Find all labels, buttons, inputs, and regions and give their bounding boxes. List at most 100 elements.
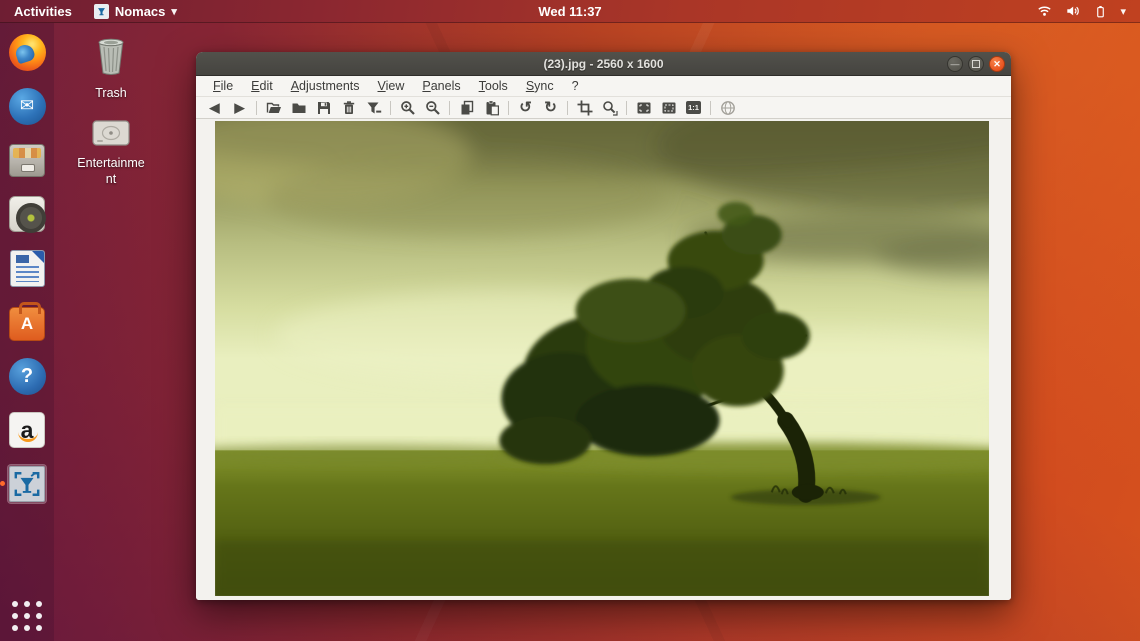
clipboard-paste-icon: [484, 100, 500, 116]
rotate-ccw-icon: ↺: [519, 100, 532, 115]
app-menu-label: Nomacs: [115, 4, 166, 19]
window-titlebar[interactable]: (23).jpg - 2560 x 1600 — ✕: [196, 52, 1011, 76]
desktop-icon-drive[interactable]: Entertainment: [73, 119, 149, 187]
window-title: (23).jpg - 2560 x 1600: [543, 57, 663, 71]
dock-item-files[interactable]: [7, 140, 47, 180]
software-bag-icon: A: [9, 307, 45, 341]
show-applications-button[interactable]: [12, 601, 42, 631]
dock-item-firefox[interactable]: [7, 32, 47, 72]
running-indicator-dot: [0, 481, 5, 486]
menu-bar: File Edit Adjustments View Panels Tools …: [196, 76, 1011, 97]
previous-image-button[interactable]: ◀: [202, 98, 227, 118]
frame-icon: [661, 100, 677, 116]
actual-size-button[interactable]: 1:1: [681, 98, 706, 118]
toolbar-separator: [390, 101, 391, 115]
toolbar-separator: [256, 101, 257, 115]
globe-icon: [720, 100, 736, 116]
rotate-cw-icon: ↻: [544, 100, 557, 115]
toolbar-separator: [626, 101, 627, 115]
arrow-left-icon: ◀: [210, 101, 220, 114]
dock-item-ubuntu-software[interactable]: A: [7, 302, 47, 342]
dock-item-rhythmbox[interactable]: [7, 194, 47, 234]
menu-sync[interactable]: Sync: [518, 77, 562, 95]
maximize-button[interactable]: [968, 56, 984, 72]
writer-document-icon: [10, 250, 45, 287]
crop-button[interactable]: [572, 98, 597, 118]
minimize-button[interactable]: —: [947, 56, 963, 72]
desktop-icon-trash[interactable]: Trash: [73, 37, 149, 102]
crop-icon: [577, 100, 593, 116]
speaker-icon: [9, 196, 45, 232]
open-folder-icon: [266, 100, 282, 116]
toolbar-separator: [710, 101, 711, 115]
help-icon: ?: [9, 358, 46, 395]
copy-icon: [459, 100, 475, 116]
trash-icon: [94, 37, 128, 82]
top-bar: Activities Nomacs ▾ Wed 11:37: [0, 0, 1140, 23]
dock: ✉ A ? a: [0, 23, 54, 641]
menu-panels[interactable]: Panels: [414, 77, 468, 95]
chevron-down-icon: ▾: [1120, 5, 1126, 18]
nomacs-mini-icon: [94, 4, 109, 19]
dock-item-thunderbird[interactable]: ✉: [7, 86, 47, 126]
magnifier-region-icon: [602, 100, 618, 116]
menu-help[interactable]: ?: [564, 77, 587, 95]
volume-icon: [1065, 4, 1081, 18]
zoom-out-button[interactable]: [420, 98, 445, 118]
zoom-in-button[interactable]: [395, 98, 420, 118]
open-directory-button[interactable]: [286, 98, 311, 118]
amazon-icon: a: [9, 412, 45, 448]
activities-button[interactable]: Activities: [10, 4, 76, 19]
toolbar-separator: [567, 101, 568, 115]
dock-item-amazon[interactable]: a: [7, 410, 47, 450]
firefox-icon: [9, 34, 46, 71]
wifi-icon: [1037, 4, 1052, 18]
chevron-down-icon: ▾: [171, 5, 177, 18]
toolbar-separator: [449, 101, 450, 115]
one-to-one-icon: 1:1: [686, 101, 701, 114]
trash-icon: [341, 100, 357, 116]
file-cabinet-icon: [9, 144, 45, 177]
funnel-icon: [366, 100, 382, 116]
zoom-out-icon: [425, 100, 441, 116]
menu-edit[interactable]: Edit: [243, 77, 281, 95]
zoom-in-icon: [400, 100, 416, 116]
rotate-cw-button[interactable]: ↻: [538, 98, 563, 118]
menu-tools[interactable]: Tools: [471, 77, 516, 95]
fit-screen-icon: [636, 100, 652, 116]
desktop-icon-label: Trash: [76, 86, 146, 102]
show-frame-button[interactable]: [656, 98, 681, 118]
next-image-button[interactable]: ▶: [227, 98, 252, 118]
menu-adjustments[interactable]: Adjustments: [283, 77, 368, 95]
open-file-button[interactable]: [261, 98, 286, 118]
battery-icon: [1094, 4, 1107, 19]
toolbar: ◀ ▶ ↺ ↻ 1:1: [196, 97, 1011, 119]
fit-window-button[interactable]: [631, 98, 656, 118]
photo-tree-image: [215, 121, 989, 596]
floppy-disk-icon: [316, 100, 332, 116]
menu-file[interactable]: File: [205, 77, 241, 95]
paste-image-button[interactable]: [479, 98, 504, 118]
image-viewer-canvas[interactable]: [196, 119, 1011, 600]
close-button[interactable]: ✕: [989, 56, 1005, 72]
hard-disk-icon: [91, 119, 131, 152]
sync-button-disabled: [715, 98, 740, 118]
app-menu-button[interactable]: Nomacs ▾: [94, 4, 177, 19]
arrow-right-icon: ▶: [235, 101, 245, 114]
nomacs-icon: [9, 466, 45, 502]
save-button[interactable]: [311, 98, 336, 118]
dock-item-help[interactable]: ?: [7, 356, 47, 396]
system-status-menu[interactable]: ▾: [1037, 4, 1140, 19]
menu-view[interactable]: View: [370, 77, 413, 95]
copy-image-button[interactable]: [454, 98, 479, 118]
rotate-ccw-button[interactable]: ↺: [513, 98, 538, 118]
thunderbird-icon: ✉: [9, 88, 46, 125]
dock-item-nomacs[interactable]: [7, 464, 47, 504]
folder-icon: [291, 100, 307, 116]
desktop-icon-label: Entertainment: [76, 156, 146, 187]
filter-button[interactable]: [361, 98, 386, 118]
zoom-region-button[interactable]: [597, 98, 622, 118]
dock-item-libreoffice-writer[interactable]: [7, 248, 47, 288]
delete-button[interactable]: [336, 98, 361, 118]
toolbar-separator: [508, 101, 509, 115]
